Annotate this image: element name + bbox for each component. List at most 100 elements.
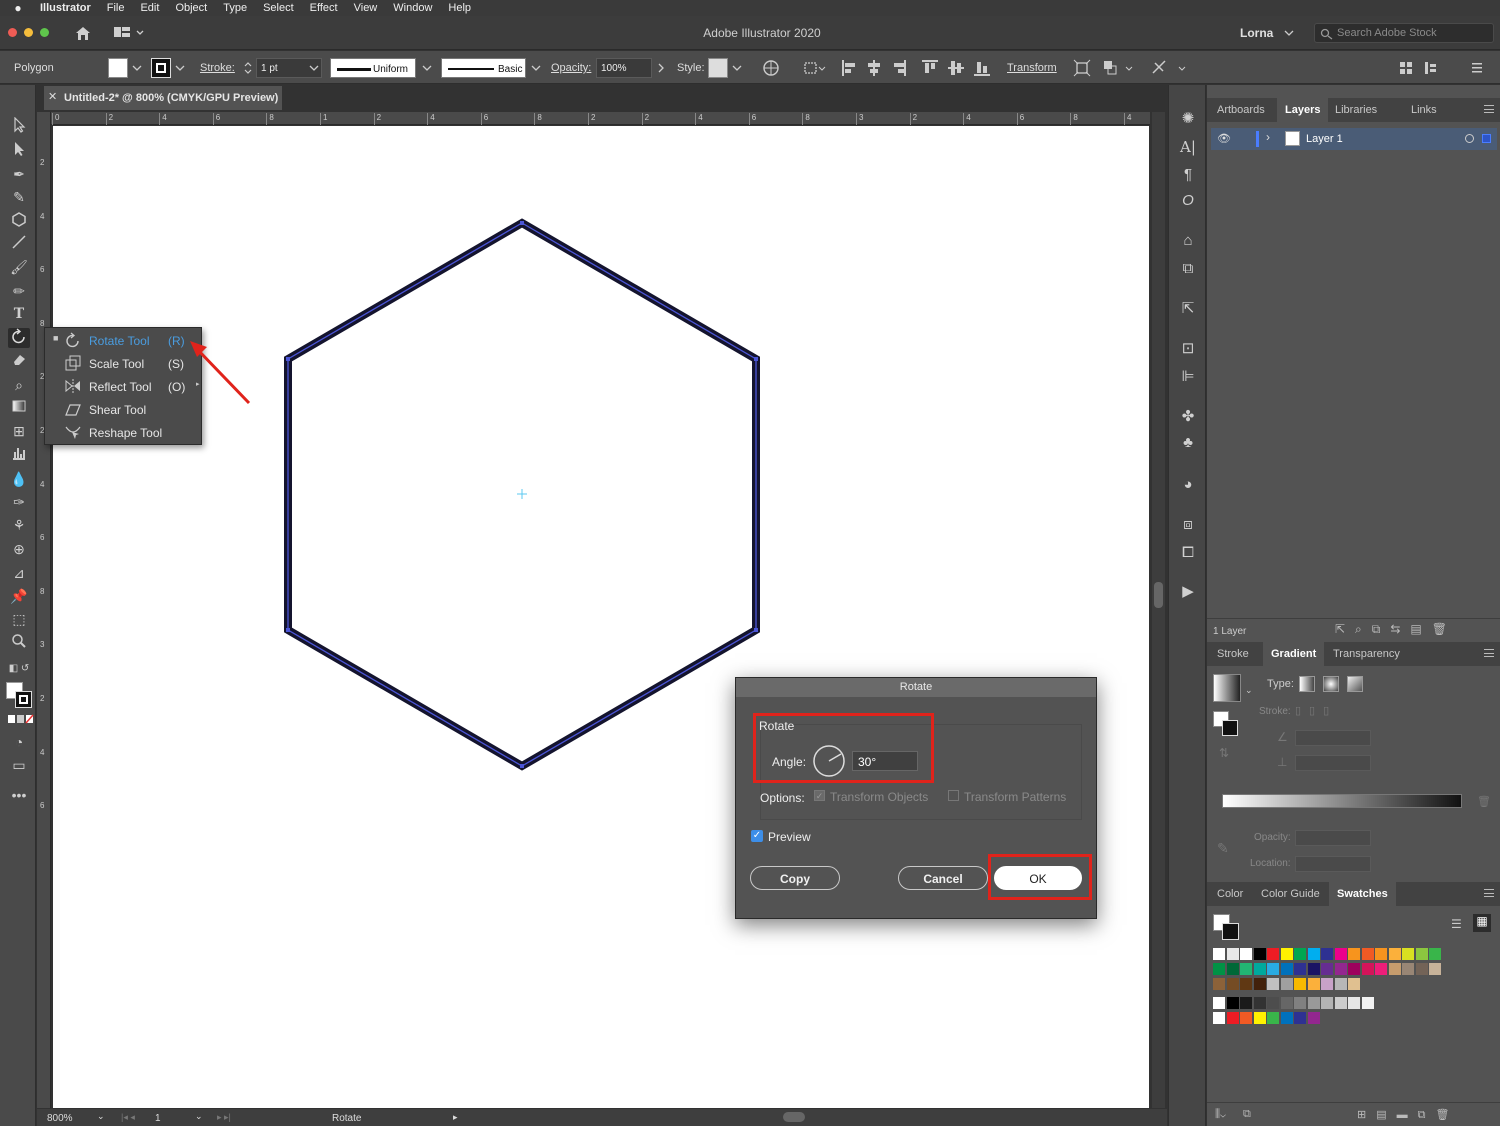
vertical-ruler[interactable]: 2468224683246 bbox=[37, 112, 51, 1108]
panel-options-icons[interactable] bbox=[1398, 59, 1488, 77]
opacity-label[interactable]: Opacity: bbox=[551, 62, 591, 74]
actions-panel-icon[interactable]: ▶ bbox=[1178, 582, 1198, 602]
color-swatch[interactable] bbox=[1240, 948, 1252, 960]
tab-swatches[interactable]: Swatches bbox=[1329, 882, 1396, 906]
shape-builder-tool-icon[interactable]: ⊕ bbox=[8, 539, 30, 559]
align-to-icon[interactable] bbox=[802, 59, 826, 77]
color-swatch[interactable] bbox=[1280, 997, 1293, 1009]
zoom-dropdown-icon[interactable]: ⌄ bbox=[97, 1111, 105, 1122]
arrange-icon[interactable] bbox=[1102, 59, 1136, 77]
fill-color-swatch[interactable] bbox=[108, 58, 128, 78]
color-swatch[interactable] bbox=[1348, 978, 1360, 990]
color-swatch[interactable] bbox=[1240, 978, 1252, 990]
color-swatch[interactable] bbox=[1267, 978, 1279, 990]
shape-tool-icon[interactable] bbox=[8, 211, 30, 231]
status-menu-icon[interactable]: ▸ bbox=[453, 1112, 458, 1123]
horizontal-ruler[interactable]: 0 2 4 6 8 1 2 4 6 8 2 2 4 6 8 3 2 4 6 8 4 bbox=[44, 112, 1150, 125]
preview-label[interactable]: Preview bbox=[768, 830, 811, 844]
flyout-rotate-tool[interactable]: ■ Rotate Tool (R) bbox=[45, 329, 203, 352]
stroke-stepper-icon[interactable] bbox=[243, 61, 253, 75]
color-swatch[interactable] bbox=[1226, 978, 1239, 990]
chevron-down-icon[interactable] bbox=[309, 65, 319, 71]
chevron-down-icon[interactable] bbox=[732, 65, 742, 71]
zoom-level[interactable]: 800% bbox=[47, 1113, 73, 1124]
layer-row[interactable]: 👁 › Layer 1 bbox=[1211, 128, 1497, 150]
more-options-icon[interactable] bbox=[1151, 59, 1191, 77]
tab-links[interactable]: Links bbox=[1403, 98, 1445, 122]
paintbrush-tool-icon[interactable]: 🖌 bbox=[8, 257, 30, 277]
character-panel-icon[interactable]: A| bbox=[1178, 137, 1198, 157]
chevron-right-icon[interactable] bbox=[657, 63, 665, 73]
close-icon[interactable]: ✕ bbox=[48, 90, 57, 103]
color-swatch[interactable] bbox=[1253, 963, 1266, 975]
color-swatch[interactable] bbox=[1280, 948, 1293, 960]
transform-objects-checkbox[interactable]: ✓ bbox=[814, 790, 825, 801]
color-swatch[interactable] bbox=[1226, 963, 1239, 975]
shaper-tool-icon[interactable]: ✏ bbox=[8, 281, 30, 301]
swatches-stroke-box[interactable] bbox=[1222, 923, 1239, 940]
edit-toolbar-icon[interactable]: ••• bbox=[8, 785, 30, 805]
color-swatch[interactable] bbox=[1334, 997, 1347, 1009]
color-swatch[interactable] bbox=[1307, 997, 1320, 1009]
artboard-dropdown-icon[interactable]: ⌄ bbox=[195, 1111, 203, 1122]
artboard-nav-first-icon[interactable]: |◂ ◂ bbox=[121, 1112, 135, 1123]
color-swatch[interactable] bbox=[1253, 948, 1266, 960]
menu-help[interactable]: Help bbox=[440, 2, 479, 14]
variable-width-profile-select[interactable]: Uniform bbox=[330, 58, 416, 78]
apple-logo-icon[interactable]: ● bbox=[0, 1, 36, 15]
horizontal-scroll-thumb[interactable] bbox=[783, 1112, 805, 1122]
tab-artboards[interactable]: Artboards bbox=[1209, 98, 1273, 122]
screen-mode-icon[interactable]: ▭ bbox=[8, 755, 30, 775]
gradient-slider[interactable] bbox=[1222, 794, 1462, 808]
color-swatch[interactable] bbox=[1375, 963, 1387, 975]
color-swatch[interactable] bbox=[1307, 978, 1320, 990]
chevron-down-icon[interactable] bbox=[531, 65, 541, 71]
type-tool-icon[interactable]: T bbox=[8, 304, 30, 324]
swatch-grid[interactable] bbox=[1213, 948, 1483, 1026]
color-swatch[interactable] bbox=[1240, 963, 1252, 975]
swatch-libraries-icon[interactable]: ⫼⌄ bbox=[1215, 1108, 1226, 1121]
tab-transparency[interactable]: Transparency bbox=[1325, 642, 1408, 666]
transform-link[interactable]: Transform bbox=[1007, 62, 1057, 74]
radial-gradient-button[interactable] bbox=[1323, 676, 1339, 692]
layers-footer-icons[interactable]: ⇱⌕⧉⇆▤🗑 bbox=[1335, 622, 1457, 637]
color-swatch[interactable] bbox=[1415, 963, 1428, 975]
flyout-scale-tool[interactable]: Scale Tool (S) bbox=[45, 352, 203, 375]
opentype-panel-icon[interactable]: O bbox=[1178, 191, 1198, 211]
direct-selection-tool-icon[interactable] bbox=[8, 141, 30, 161]
color-swatch[interactable] bbox=[1361, 997, 1374, 1009]
tab-libraries[interactable]: Libraries bbox=[1327, 98, 1385, 122]
color-swatch[interactable] bbox=[1213, 997, 1225, 1009]
eye-icon[interactable]: 👁 bbox=[1217, 132, 1231, 145]
color-swatch[interactable] bbox=[1253, 997, 1266, 1009]
puppet-warp-tool-icon[interactable]: 📌 bbox=[8, 586, 30, 606]
stroke-box[interactable] bbox=[15, 691, 32, 708]
cancel-button[interactable]: Cancel bbox=[898, 866, 988, 890]
selection-tool-icon[interactable] bbox=[8, 116, 30, 137]
swatches-footer-icons[interactable]: ⊞▤▬⧉🗑 bbox=[1357, 1108, 1459, 1122]
eraser-tool-icon[interactable] bbox=[8, 351, 30, 371]
menu-view[interactable]: View bbox=[346, 2, 386, 14]
color-swatch[interactable] bbox=[1402, 963, 1414, 975]
symbol-sprayer-tool-icon[interactable]: ⚘ bbox=[8, 515, 30, 535]
color-swatch[interactable] bbox=[1348, 948, 1360, 960]
chevron-down-icon[interactable] bbox=[1284, 30, 1294, 36]
color-swatch[interactable] bbox=[1321, 978, 1333, 990]
color-swatch[interactable] bbox=[1429, 963, 1441, 975]
color-swatch[interactable] bbox=[1307, 1012, 1320, 1024]
color-swatch[interactable] bbox=[1294, 963, 1306, 975]
flyout-reflect-tool[interactable]: Reflect Tool (O) ▸ bbox=[45, 375, 203, 398]
list-view-icon[interactable]: ☰ bbox=[1451, 917, 1462, 931]
menu-window[interactable]: Window bbox=[385, 2, 440, 14]
brushes-panel-icon[interactable]: ✤ bbox=[1178, 407, 1198, 427]
color-swatch[interactable] bbox=[1321, 963, 1333, 975]
color-swatch[interactable] bbox=[1294, 978, 1306, 990]
gradient-tool-icon[interactable] bbox=[8, 398, 30, 418]
color-swatch[interactable] bbox=[1267, 963, 1279, 975]
stroke-dropdown-icon[interactable] bbox=[175, 65, 185, 71]
panel-menu-icon[interactable] bbox=[1484, 105, 1494, 113]
color-swatch[interactable] bbox=[1402, 948, 1414, 960]
artboard-tool-icon[interactable]: ⬚ bbox=[8, 609, 30, 629]
pathfinder-panel-icon[interactable]: ⧈ bbox=[1178, 515, 1198, 535]
color-swatch[interactable] bbox=[1388, 948, 1401, 960]
